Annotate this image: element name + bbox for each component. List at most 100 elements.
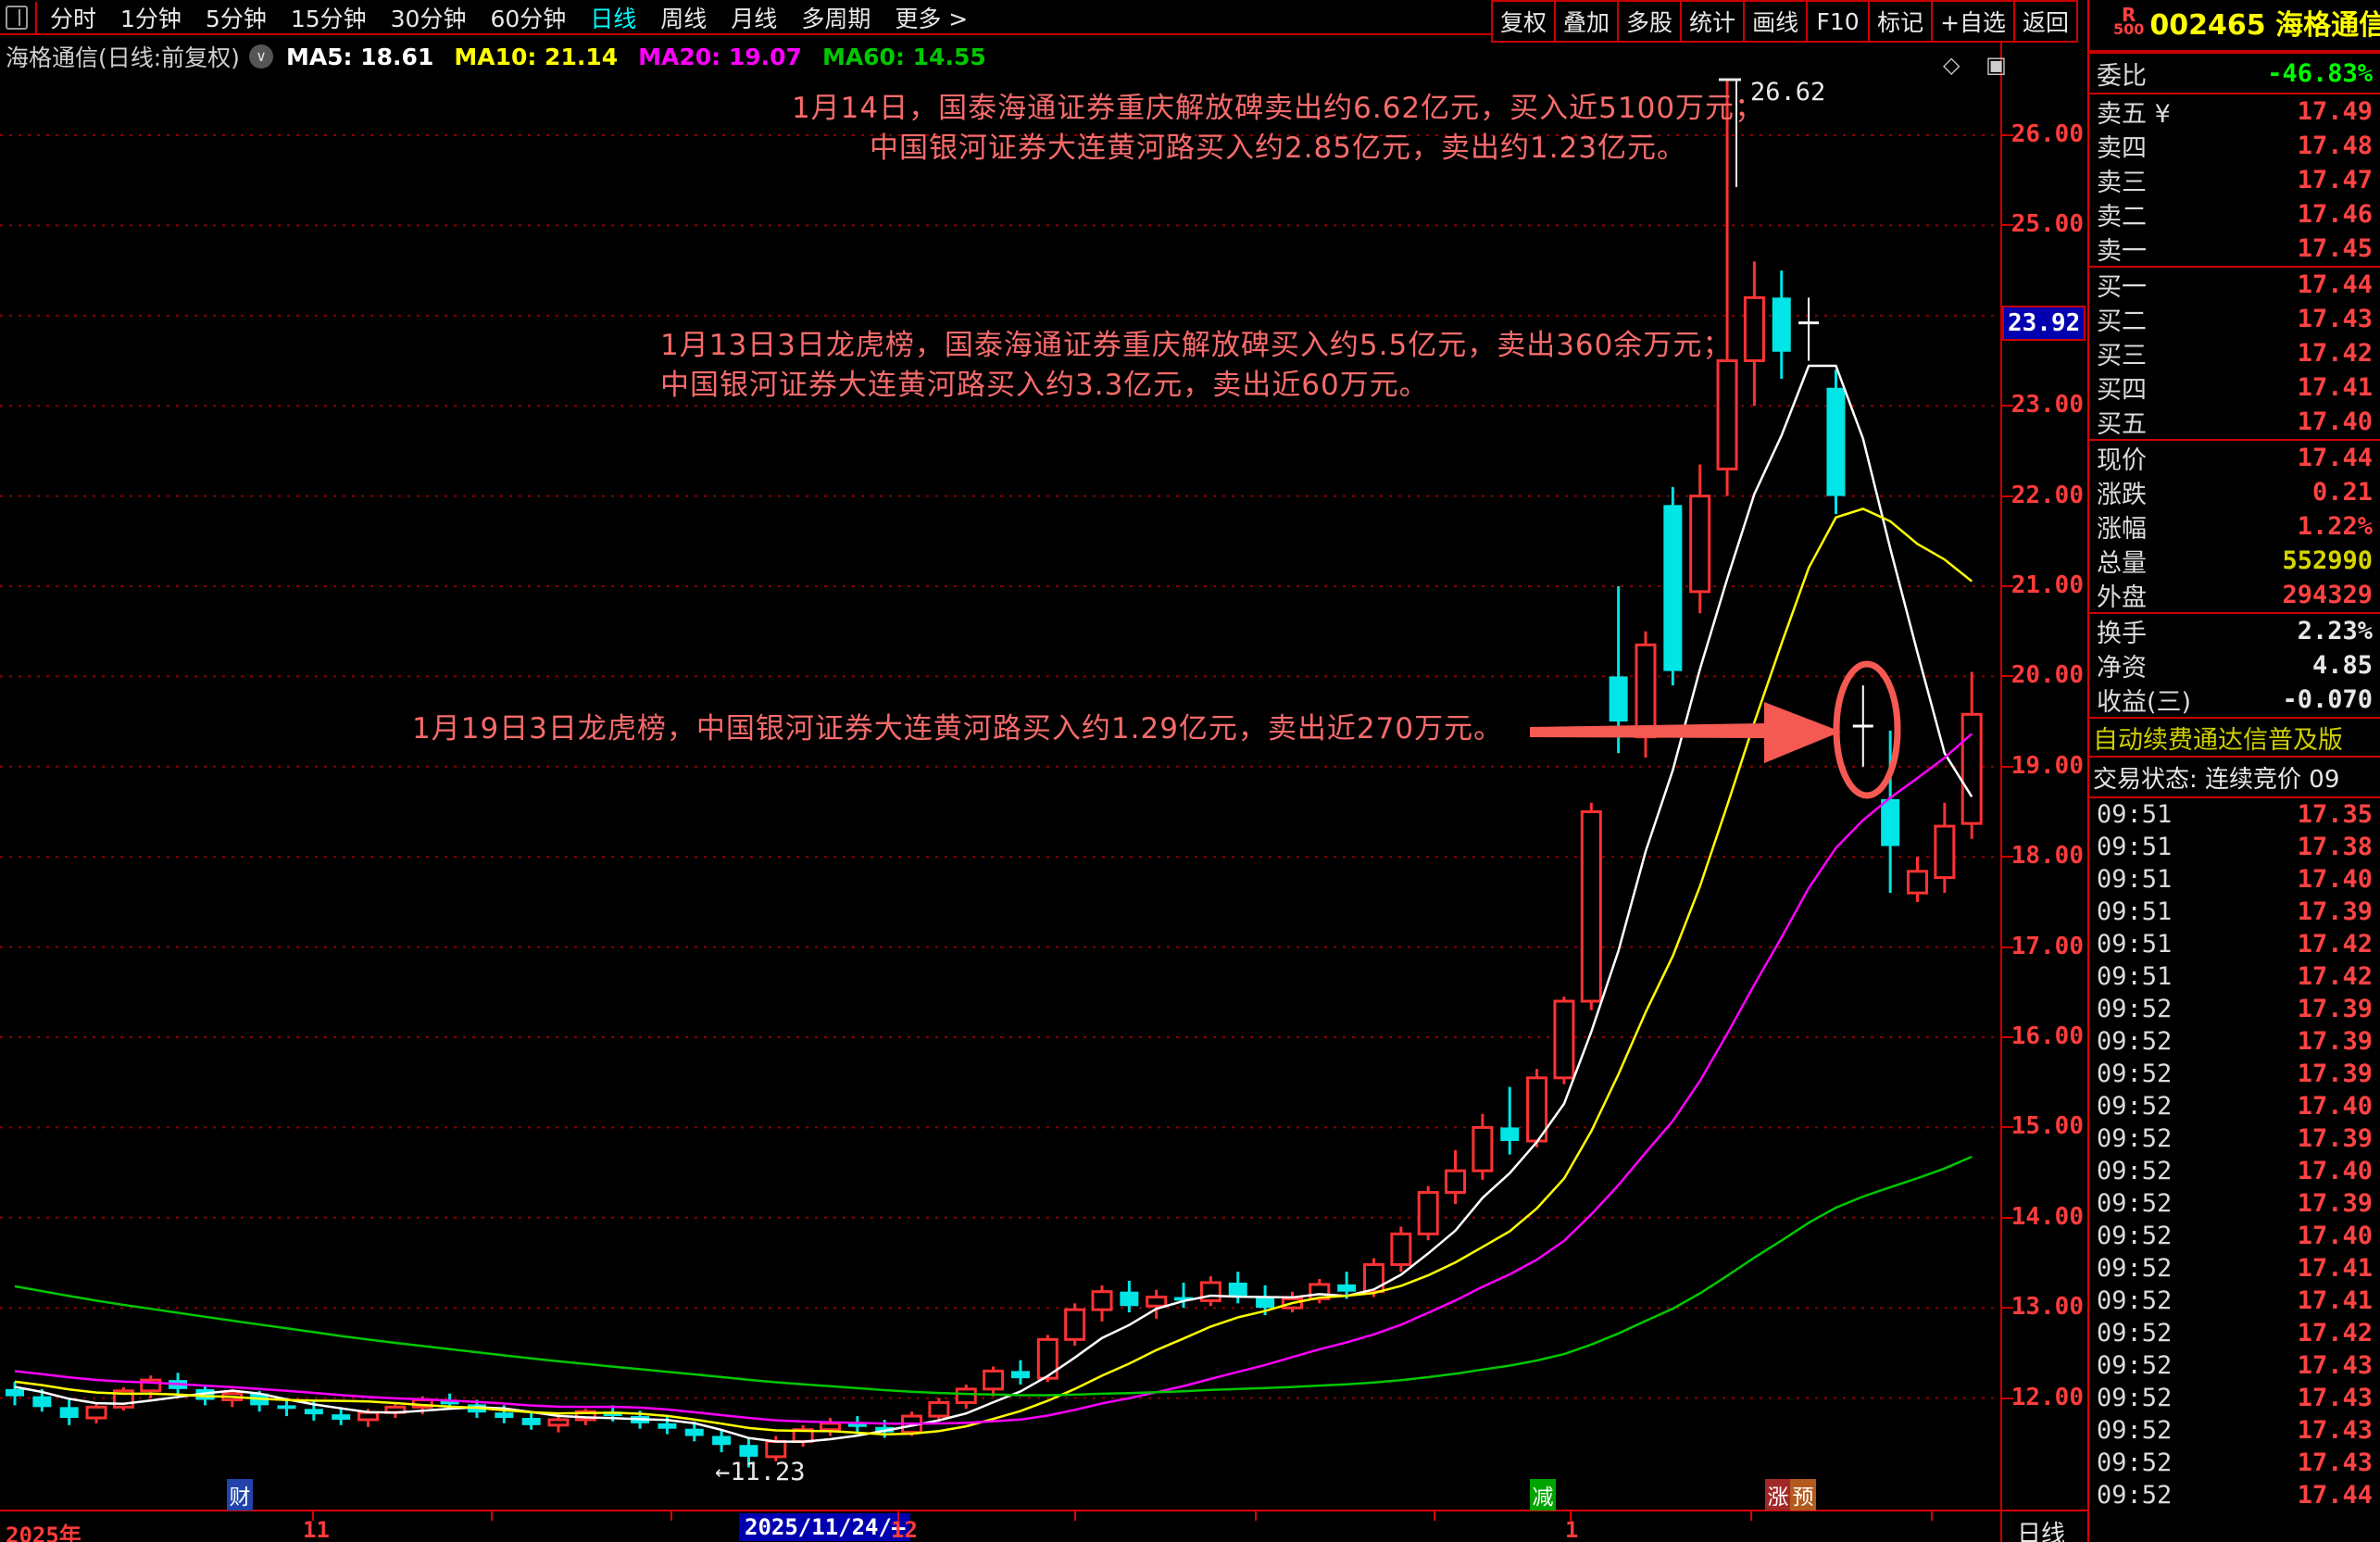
x-tick: [1750, 1511, 1752, 1521]
candle-down: [1500, 1127, 1520, 1142]
event-flag-预[interactable]: 预: [1790, 1479, 1816, 1511]
tab-15分钟[interactable]: 15分钟: [291, 6, 367, 32]
highlight-ellipse: [1833, 660, 1901, 799]
tick-row: 09:52 17.41: [2089, 1252, 2380, 1285]
axis-label-22: 22.00: [2010, 481, 2084, 509]
chevron-down-icon[interactable]: ∨: [248, 44, 273, 69]
tick-time: 09:52: [2097, 1254, 2173, 1283]
tab-更多 >[interactable]: 更多 >: [895, 6, 968, 32]
button-叠加[interactable]: 叠加: [1554, 0, 1620, 43]
tick-price: 17.40: [2297, 1092, 2373, 1121]
event-flag-涨[interactable]: 涨: [1765, 1479, 1791, 1511]
candle-down: [332, 1414, 351, 1420]
ask-row-value: 17.48: [2297, 132, 2373, 160]
bid-row-label: 买五: [2097, 410, 2147, 439]
tab-月线[interactable]: 月线: [731, 6, 777, 32]
subscription-banner[interactable]: 自动续费通达信普及版: [2089, 719, 2380, 756]
divider: [2089, 50, 2380, 52]
button-+自选[interactable]: +自选: [1931, 0, 2016, 43]
candle-up: [1064, 1308, 1086, 1341]
candle-up: [1417, 1191, 1439, 1235]
layout-icon[interactable]: [6, 6, 28, 30]
tab-分时[interactable]: 分时: [50, 6, 96, 32]
x-label-1: 1: [1565, 1517, 1579, 1542]
bid-row: 买五 17.40: [2089, 405, 2380, 439]
button-返回[interactable]: 返回: [2013, 0, 2079, 43]
tick-price: 17.43: [2297, 1448, 2373, 1477]
candle-down: [658, 1423, 677, 1429]
period-label: 日线: [2017, 1521, 2066, 1542]
annotation-jan13: 1月13日3日龙虎榜，国泰海通证券重庆解放碑买入约5.5亿元，卖出360余万元；…: [660, 326, 1772, 406]
button-F10[interactable]: F10: [1806, 0, 1871, 43]
axis-label-26: 26.00: [2010, 120, 2084, 148]
tick-time: 09:52: [2097, 1448, 2173, 1477]
tick-price: 17.35: [2297, 800, 2373, 829]
candle-down: [1881, 798, 1900, 846]
axis-label-21: 21.00: [2010, 571, 2084, 599]
tick-time: 09:51: [2097, 930, 2173, 959]
chart-title: 海格通信(日线:前复权): [6, 44, 240, 71]
candle-up: [928, 1400, 950, 1418]
axis-tick: [2002, 1307, 2013, 1310]
event-flag-减[interactable]: 减: [1530, 1479, 1556, 1511]
trade-status: 交易状态: 连续竞价 09: [2093, 765, 2340, 794]
bid-row-label: 买四: [2097, 376, 2147, 405]
axis-label-17: 17.00: [2010, 932, 2084, 960]
button-复权[interactable]: 复权: [1491, 0, 1557, 43]
window-split-icons[interactable]: ◇ ▣: [1943, 52, 2016, 78]
tab-1分钟[interactable]: 1分钟: [120, 6, 182, 32]
quote-row-value: 294329: [2282, 581, 2373, 609]
tick-price: 17.41: [2297, 1254, 2373, 1283]
stat-row: 换手 2.23%: [2089, 614, 2380, 648]
event-flag-财[interactable]: 财: [227, 1479, 253, 1511]
button-标记[interactable]: 标记: [1868, 0, 1934, 43]
bid-row-value: 17.42: [2297, 339, 2373, 368]
date-axis[interactable]: 2025/11/24/— 2025年 11 12 1: [0, 1510, 2089, 1542]
tick-price: 17.43: [2297, 1384, 2373, 1412]
ma-value: MA60: 14.55: [821, 43, 986, 70]
candle-up: [357, 1410, 380, 1422]
ask-row-label: 卖一: [2097, 237, 2147, 266]
button-多股[interactable]: 多股: [1617, 0, 1683, 43]
x-tick: [897, 1511, 899, 1521]
tick-price: 17.39: [2297, 1059, 2373, 1088]
axis-label-16: 16.00: [2010, 1022, 2084, 1050]
price-axis[interactable]: 23.92 26.00 25.00 23.00 22.00 21.00 20.00 19.0…: [2000, 35, 2087, 1542]
annotation-line: 中国银河证券大连黄河路买入约2.85亿元，卖出约1.23亿元。: [869, 132, 1687, 165]
axis-tick: [2002, 765, 2013, 768]
ask-row-label: 卖五 ¥: [2097, 100, 2171, 129]
candle-up: [1445, 1169, 1467, 1195]
tab-30分钟[interactable]: 30分钟: [391, 6, 467, 32]
tick-row: 09:52 17.44: [2089, 1479, 2380, 1511]
candle-up: [1146, 1296, 1168, 1308]
ask-row: 卖二 17.46: [2089, 197, 2380, 232]
tab-5分钟[interactable]: 5分钟: [206, 6, 267, 32]
tick-row: 09:52 17.39: [2089, 1187, 2380, 1220]
ask-row-label: 卖二: [2097, 203, 2147, 232]
candle-up: [1934, 824, 1956, 880]
divider: [35, 2, 37, 33]
tab-周线[interactable]: 周线: [660, 6, 707, 32]
candle-up: [983, 1369, 1005, 1391]
board-flag: 500: [2113, 20, 2145, 38]
button-画线[interactable]: 画线: [1743, 0, 1809, 43]
tick-price: 17.39: [2297, 1027, 2373, 1056]
tick-row: 09:51 17.39: [2089, 896, 2380, 928]
highlight-arrow: [1530, 702, 1841, 763]
tick-row: 09:52 17.40: [2089, 1220, 2380, 1252]
quote-row: 涨幅 1.22%: [2089, 509, 2380, 544]
interval-low-label: ←11.23: [715, 1458, 806, 1486]
quote-row: 涨跌 0.21: [2089, 475, 2380, 509]
tab-60分钟[interactable]: 60分钟: [490, 6, 566, 32]
tick-time: 09:52: [2097, 1124, 2173, 1153]
tick-price: 17.40: [2297, 1157, 2373, 1185]
axis-tick: [2002, 405, 2013, 407]
tick-trade-list[interactable]: 09:51 17.35 09:51 17.38 09:51 17.40 09:51 17.39…: [2089, 798, 2380, 1511]
chart-info-bar: 海格通信(日线:前复权) ∨ MA5: 18.61 MA10: 21.14 MA20…: [6, 41, 1007, 72]
tab-多周期[interactable]: 多周期: [801, 6, 871, 32]
button-统计[interactable]: 统计: [1680, 0, 1746, 43]
tick-price: 17.39: [2297, 1189, 2373, 1218]
quote-summary: 现价 17.44 涨跌 0.21 涨幅 1.22% 总量 552990 外盘 294329: [2089, 441, 2380, 612]
candle-down: [521, 1418, 541, 1425]
tab-日线[interactable]: 日线: [590, 6, 636, 32]
